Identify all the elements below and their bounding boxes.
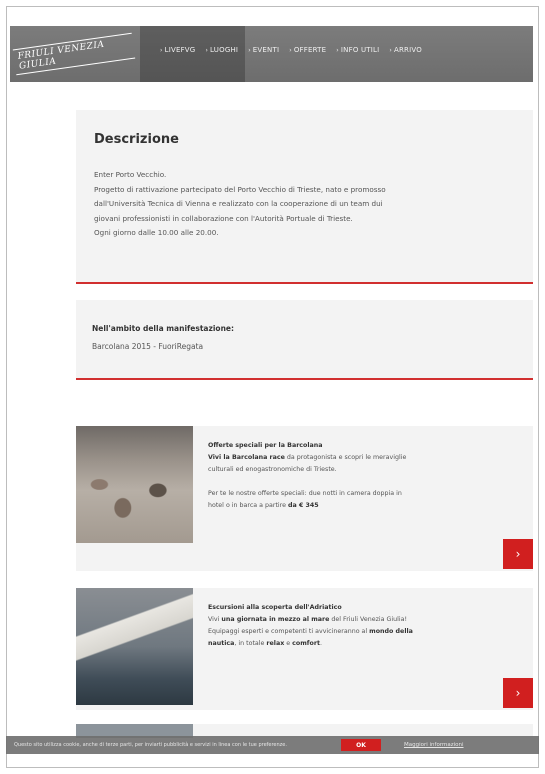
- promo-image-sailboat[interactable]: [76, 588, 193, 705]
- promo-text: Escursioni alla scoperta dell'Adriatico …: [208, 602, 508, 650]
- promo-line: Per te le nostre offerte speciali: due n…: [208, 490, 402, 497]
- cookie-more-info-link[interactable]: Maggiori informazioni: [404, 742, 464, 748]
- cookie-banner: Questo sito utilizza cookie, anche di te…: [6, 736, 539, 754]
- promo-line: culturali ed enogastronomiche di Trieste…: [208, 466, 337, 473]
- promo-highlight: nautica: [208, 640, 235, 647]
- nav-item-eventi[interactable]: › EVENTI: [248, 46, 279, 54]
- chevron-right-icon: ›: [248, 47, 251, 54]
- promo-highlight: relax: [266, 640, 285, 647]
- description-card: Descrizione Enter Porto Vecchio. Progett…: [76, 110, 533, 284]
- description-title: Descrizione: [94, 132, 179, 147]
- description-line: Enter Porto Vecchio.: [94, 170, 167, 179]
- promo-line: da protagonista e scopri le meraviglie: [284, 454, 407, 461]
- nav-item-livefvg[interactable]: › LIVEFVG: [160, 46, 195, 54]
- promo-card-escursioni: Escursioni alla scoperta dell'Adriatico …: [76, 588, 533, 710]
- promo-image-crowd[interactable]: [76, 426, 193, 543]
- promo-line: hotel o in barca a partire: [208, 502, 289, 509]
- nav-item-info-utili[interactable]: › INFO UTILI: [336, 46, 379, 54]
- nav-item-arrivo[interactable]: › ARRIVO: [389, 46, 422, 54]
- chevron-right-icon: ›: [289, 47, 292, 54]
- promo-card-barcolana: Offerte speciali per la Barcolana Vivi l…: [76, 426, 533, 571]
- chevron-right-icon: ›: [160, 47, 163, 54]
- ambito-card: Nell'ambito della manifestazione: Barcol…: [76, 300, 533, 380]
- site-header: FRIULI VENEZIA GIULIA › LIVEFVG › LUOGHI ›…: [10, 26, 533, 82]
- promo-line: e: [284, 640, 293, 647]
- promo-highlight: Vivi la Barcolana race: [208, 454, 285, 461]
- description-line: Ogni giorno dalle 10.00 alle 20.00.: [94, 228, 219, 237]
- ambito-value[interactable]: Barcolana 2015 - FuoriRegata: [92, 342, 203, 351]
- promo-line: .: [319, 640, 322, 647]
- site-logo[interactable]: FRIULI VENEZIA GIULIA: [12, 26, 136, 82]
- promo-highlight: mondo della: [369, 628, 413, 635]
- logo-text: FRIULI VENEZIA GIULIA: [12, 32, 136, 76]
- nav-active-highlight: [140, 26, 245, 82]
- main-nav: › LIVEFVG › LUOGHI › EVENTI › OFFERTE › INFO …: [160, 46, 422, 54]
- promo-line: Equipaggi esperti e competenti ti avvici…: [208, 628, 370, 635]
- promo-line: del Friuli Venezia Giulia!: [329, 616, 407, 623]
- description-line: Progetto di rattivazione partecipato del…: [94, 184, 386, 194]
- ambito-label: Nell'ambito della manifestazione:: [92, 324, 234, 333]
- promo-open-button[interactable]: ›: [503, 678, 533, 708]
- description-line: dall'Università Tecnica di Vienna e real…: [94, 199, 383, 208]
- nav-item-luoghi[interactable]: › LUOGHI: [205, 46, 238, 54]
- nav-item-offerte[interactable]: › OFFERTE: [289, 46, 326, 54]
- cookie-text: Questo sito utilizza cookie, anche di te…: [14, 742, 287, 748]
- promo-open-button[interactable]: ›: [503, 539, 533, 569]
- description-body: Enter Porto Vecchio. Progetto di rattiva…: [94, 168, 519, 241]
- promo-highlight: una giornata in mezzo al mare: [221, 616, 330, 623]
- promo-highlight: comfort: [292, 640, 320, 647]
- cookie-ok-button[interactable]: OK: [341, 739, 381, 751]
- description-line: giovani professionisti in collaborazione…: [94, 213, 353, 223]
- chevron-right-icon: ›: [336, 47, 339, 54]
- promo-title: Escursioni alla scoperta dell'Adriatico: [208, 604, 342, 611]
- chevron-right-icon: ›: [515, 686, 521, 700]
- chevron-right-icon: ›: [205, 47, 209, 54]
- promo-line: Vivi: [208, 616, 222, 623]
- promo-title: Offerte speciali per la Barcolana: [208, 442, 323, 449]
- promo-price: da € 345: [288, 502, 319, 509]
- chevron-right-icon: ›: [389, 47, 392, 54]
- promo-line: , in totale: [234, 640, 267, 647]
- chevron-right-icon: ›: [515, 547, 521, 561]
- promo-text: Offerte speciali per la Barcolana Vivi l…: [208, 440, 508, 512]
